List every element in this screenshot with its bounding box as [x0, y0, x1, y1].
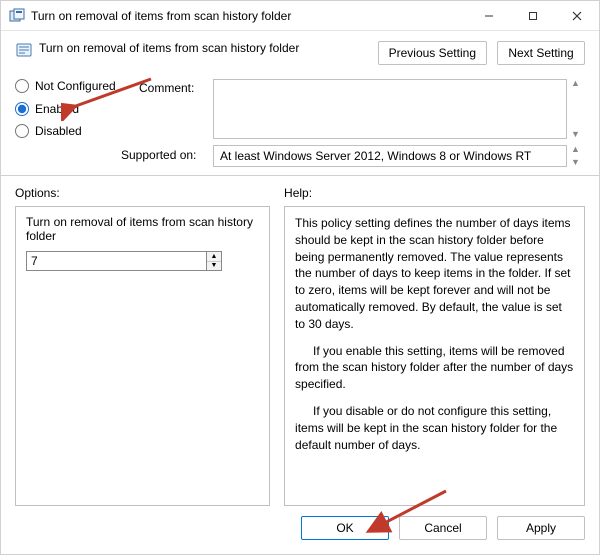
- days-stepper: ▲ ▼: [26, 251, 259, 271]
- comment-label: Comment:: [139, 79, 209, 95]
- help-paragraph-2: If you enable this setting, items will b…: [295, 343, 574, 393]
- help-label: Help:: [284, 186, 585, 200]
- minimize-button[interactable]: [467, 1, 511, 30]
- radio-disabled-label[interactable]: Disabled: [35, 124, 82, 138]
- options-column: Options: Turn on removal of items from s…: [15, 186, 270, 506]
- window-buttons: [467, 1, 599, 30]
- radio-not-configured[interactable]: [15, 79, 29, 93]
- options-panel: Turn on removal of items from scan histo…: [15, 206, 270, 506]
- days-input[interactable]: [26, 251, 206, 271]
- radio-enabled[interactable]: [15, 102, 29, 116]
- previous-setting-button[interactable]: Previous Setting: [378, 41, 487, 65]
- options-label: Options:: [15, 186, 270, 200]
- help-panel: This policy setting defines the number o…: [284, 206, 585, 506]
- supported-on-label: Supported on:: [121, 145, 209, 162]
- settings-header: Turn on removal of items from scan histo…: [1, 31, 599, 176]
- radio-disabled[interactable]: [15, 124, 29, 138]
- help-paragraph-3: If you disable or do not configure this …: [295, 403, 574, 453]
- window-title: Turn on removal of items from scan histo…: [31, 9, 467, 23]
- comment-scrollbar[interactable]: ▲▼: [571, 79, 585, 139]
- apply-button[interactable]: Apply: [497, 516, 585, 540]
- help-paragraph-1: This policy setting defines the number o…: [295, 215, 574, 333]
- policy-item-icon: [15, 42, 33, 60]
- supported-on-value: At least Windows Server 2012, Windows 8 …: [213, 145, 567, 167]
- days-spinner-up[interactable]: ▲: [207, 252, 221, 262]
- comment-textarea[interactable]: [213, 79, 567, 139]
- radio-not-configured-label[interactable]: Not Configured: [35, 79, 116, 93]
- supported-scrollbar[interactable]: ▲▼: [571, 145, 585, 167]
- close-button[interactable]: [555, 1, 599, 30]
- help-column: Help: This policy setting defines the nu…: [284, 186, 585, 506]
- days-spinner-down[interactable]: ▼: [207, 262, 221, 271]
- policy-title: Turn on removal of items from scan histo…: [39, 41, 299, 57]
- cancel-button[interactable]: Cancel: [399, 516, 487, 540]
- next-setting-button[interactable]: Next Setting: [497, 41, 585, 65]
- maximize-button[interactable]: [511, 1, 555, 30]
- ok-button[interactable]: OK: [301, 516, 389, 540]
- dialog-buttons: OK Cancel Apply: [1, 506, 599, 554]
- settings-body: Options: Turn on removal of items from s…: [1, 176, 599, 506]
- options-field-title: Turn on removal of items from scan histo…: [26, 215, 259, 243]
- policy-icon: [9, 8, 25, 24]
- days-spinner: ▲ ▼: [206, 251, 222, 271]
- radio-enabled-label[interactable]: Enabled: [35, 102, 79, 116]
- title-bar: Turn on removal of items from scan histo…: [1, 1, 599, 31]
